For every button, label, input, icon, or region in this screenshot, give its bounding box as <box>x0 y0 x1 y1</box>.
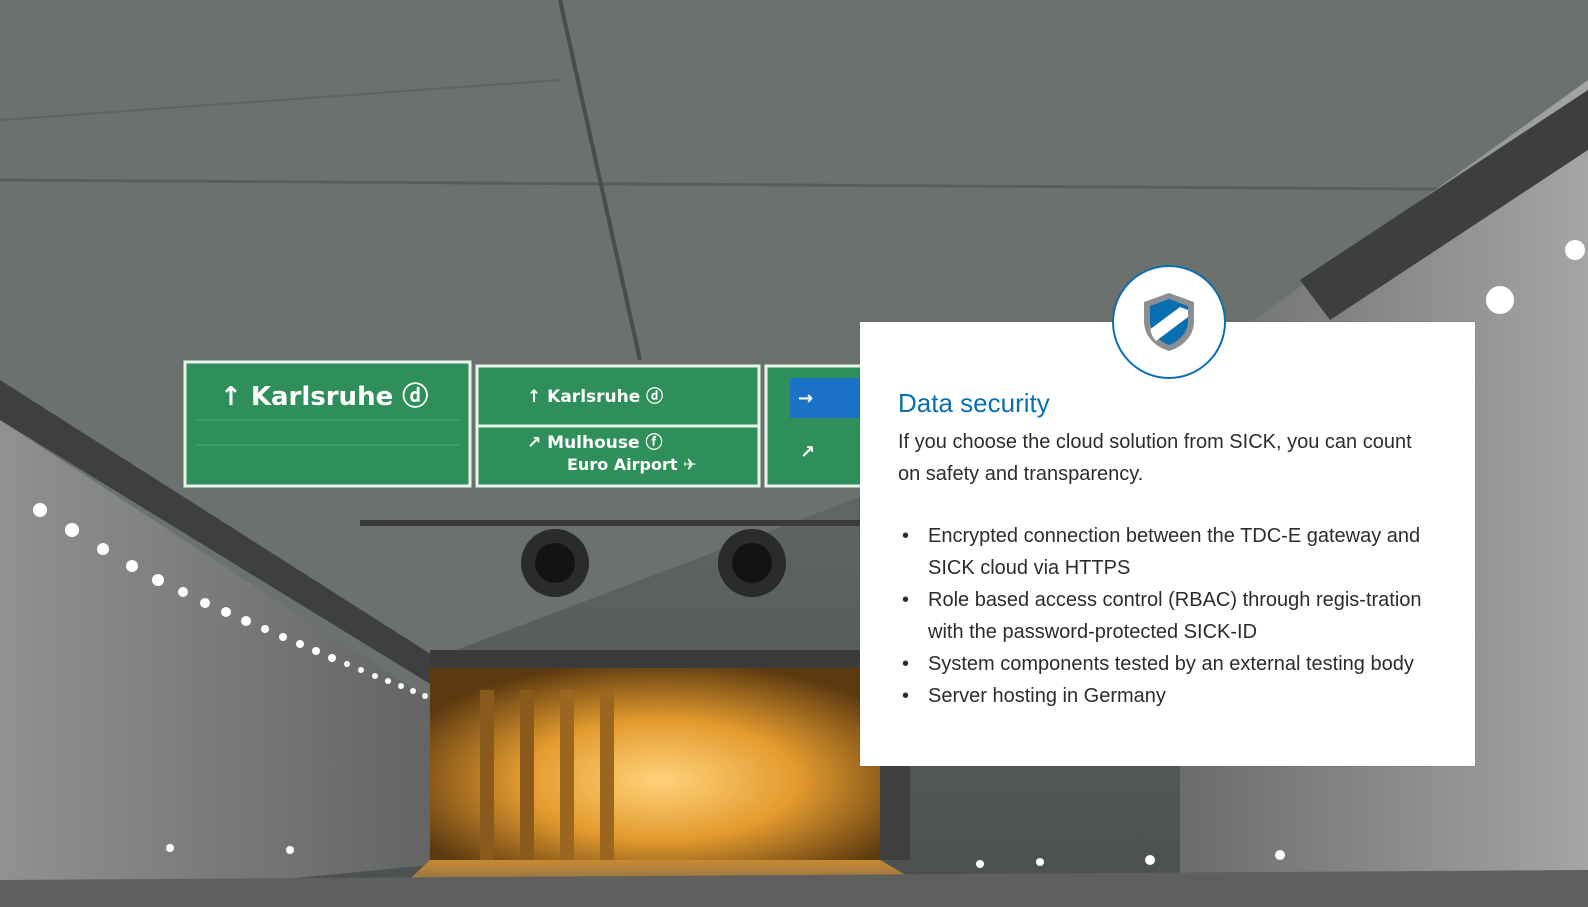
shield-icon <box>1144 293 1194 351</box>
bullet-icon: • <box>902 525 910 547</box>
list-item-text: Encrypted connection between the TDC-E g… <box>928 525 1421 579</box>
data-security-card: Data security If you choose the cloud so… <box>860 322 1475 766</box>
bullet-icon: • <box>902 685 910 707</box>
svg-text:↑ Karlsruhe ⓓ: ↑ Karlsruhe ⓓ <box>527 386 663 407</box>
card-intro: If you choose the cloud solution from SI… <box>898 431 1412 485</box>
svg-text:↑ Karlsruhe ⓓ: ↑ Karlsruhe ⓓ <box>220 381 428 412</box>
card-title: Data security <box>898 388 1050 418</box>
svg-text:→: → <box>798 388 813 409</box>
list-item-text: Server hosting in Germany <box>928 685 1166 707</box>
list-item: • Server hosting in Germany <box>898 680 1437 712</box>
list-item-text: Role based access control (RBAC) through… <box>928 589 1422 643</box>
security-badge <box>1112 265 1226 379</box>
bullet-icon: • <box>902 589 910 611</box>
svg-text:↗ Mulhouse ⓕ: ↗ Mulhouse ⓕ <box>527 432 662 453</box>
svg-text:Euro Airport ✈: Euro Airport ✈ <box>567 455 697 474</box>
feature-list: • Encrypted connection between the TDC-E … <box>898 520 1437 712</box>
list-item: • Role based access control (RBAC) throug… <box>898 584 1437 648</box>
bullet-icon: • <box>902 653 910 675</box>
list-item: • Encrypted connection between the TDC-E … <box>898 520 1437 584</box>
list-item-text: System components tested by an external … <box>928 653 1414 675</box>
list-item: • System components tested by an external… <box>898 648 1437 680</box>
svg-text:↗: ↗ <box>800 442 815 463</box>
